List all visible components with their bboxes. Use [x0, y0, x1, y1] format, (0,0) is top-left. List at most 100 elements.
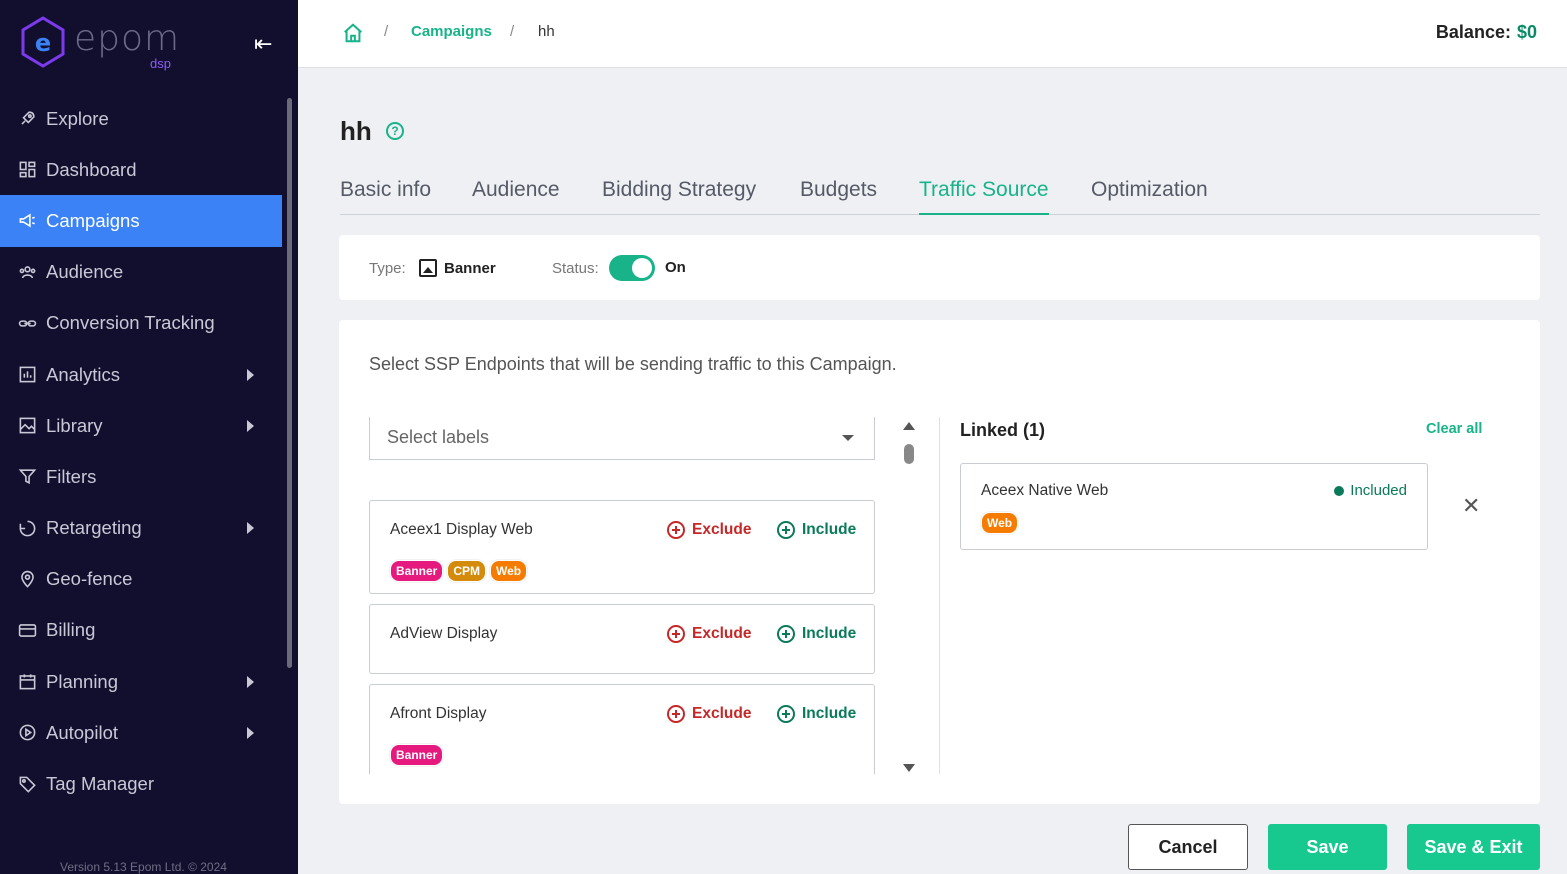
- tab-optimization[interactable]: Optimization: [1091, 178, 1208, 215]
- chevron-right-icon: [247, 726, 254, 739]
- rocket-icon: [17, 109, 37, 129]
- tab-audience[interactable]: Audience: [472, 178, 560, 215]
- endpoints-scrollbar[interactable]: [902, 420, 916, 774]
- sidebar-item-label: Filters: [46, 465, 97, 487]
- sidebar: e epom dsp ⇤ Explore Dashboard Campaigns Au…: [0, 0, 298, 874]
- add-circle-icon: [777, 705, 795, 723]
- remove-linked-close-icon[interactable]: ✕: [1462, 495, 1480, 517]
- top-bar: / Campaigns / hh Balance: $0: [298, 0, 1567, 68]
- tab-traffic-source[interactable]: Traffic Source: [919, 178, 1049, 215]
- sidebar-item-filters[interactable]: Filters: [0, 451, 282, 502]
- sidebar-item-analytics[interactable]: Analytics: [0, 349, 282, 400]
- help-icon[interactable]: ?: [386, 122, 404, 140]
- sidebar-item-audience[interactable]: Audience: [0, 247, 282, 298]
- cancel-button[interactable]: Cancel: [1128, 824, 1248, 870]
- clear-all-link[interactable]: Clear all: [1426, 421, 1482, 437]
- linked-title: Linked (1): [960, 420, 1046, 440]
- tab-budgets[interactable]: Budgets: [800, 178, 877, 215]
- sidebar-item-autopilot[interactable]: Autopilot: [0, 707, 282, 758]
- chart-icon: [17, 365, 37, 385]
- add-circle-icon: [777, 625, 795, 643]
- endpoint-item: AdView Display Exclude Include: [369, 604, 875, 674]
- sidebar-item-label: Dashboard: [46, 158, 137, 180]
- users-icon: [17, 262, 37, 282]
- version-text: Version 5.13 Epom Ltd. © 2024: [60, 860, 227, 874]
- endpoint-item: Aceex1 Display Web Exclude Include Banner CP…: [369, 500, 875, 594]
- sidebar-item-explore[interactable]: Explore: [0, 93, 282, 144]
- sidebar-item-label: Retargeting: [46, 517, 142, 539]
- home-icon[interactable]: [342, 22, 364, 44]
- endpoint-tags: Banner CPM Web: [390, 560, 528, 582]
- sidebar-item-geo-fence[interactable]: Geo-fence: [0, 554, 282, 605]
- type-status-card: Type: Banner Status: On: [339, 235, 1540, 300]
- tab-basic-info[interactable]: Basic info: [340, 178, 431, 215]
- chevron-down-icon: [842, 435, 854, 441]
- collapse-sidebar-icon[interactable]: ⇤: [254, 32, 278, 56]
- toggle-knob: [632, 258, 652, 278]
- balance-label: Balance:: [1435, 22, 1511, 42]
- campaign-tabs: Basic info Audience Bidding Strategy Bud…: [340, 170, 1540, 215]
- tab-bidding-strategy[interactable]: Bidding Strategy: [602, 178, 756, 215]
- logo-subtext: dsp: [150, 56, 171, 71]
- sidebar-item-conversion-tracking[interactable]: Conversion Tracking: [0, 298, 282, 349]
- scroll-down-icon[interactable]: [903, 764, 915, 772]
- include-button[interactable]: Include: [777, 625, 856, 643]
- sidebar-item-tag-manager[interactable]: Tag Manager: [0, 758, 282, 809]
- include-label: Include: [802, 521, 857, 538]
- endpoint-tags: Banner: [390, 744, 444, 766]
- sidebar-item-retargeting[interactable]: Retargeting: [0, 503, 282, 554]
- breadcrumb-campaigns[interactable]: Campaigns: [411, 23, 492, 40]
- status-value: On: [665, 259, 686, 276]
- chevron-right-icon: [247, 522, 254, 535]
- page-title: hh: [340, 116, 372, 146]
- save-exit-button[interactable]: Save & Exit: [1407, 824, 1540, 870]
- labels-select[interactable]: Select labels: [369, 417, 875, 460]
- include-button[interactable]: Include: [777, 705, 856, 723]
- include-button[interactable]: Include: [777, 521, 856, 539]
- include-label: Include: [802, 625, 857, 642]
- balance-value: $0: [1516, 22, 1537, 42]
- labels-select-placeholder: Select labels: [387, 427, 490, 447]
- sidebar-item-library[interactable]: Library: [0, 400, 282, 451]
- endpoint-name: AdView Display: [390, 625, 498, 642]
- sidebar-item-label: Analytics: [46, 363, 121, 385]
- traffic-description: Select SSP Endpoints that will be sendin…: [369, 354, 897, 374]
- sidebar-item-label: Autopilot: [46, 721, 118, 743]
- add-circle-icon: [667, 521, 685, 539]
- exclude-button[interactable]: Exclude: [667, 705, 751, 723]
- save-button[interactable]: Save: [1268, 824, 1387, 870]
- type-label: Type:: [369, 260, 406, 277]
- scroll-up-icon[interactable]: [903, 422, 915, 430]
- sidebar-scrollbar[interactable]: [287, 98, 292, 668]
- chevron-right-icon: [247, 368, 254, 381]
- add-circle-icon: [667, 625, 685, 643]
- sidebar-item-dashboard[interactable]: Dashboard: [0, 144, 282, 195]
- epom-logo[interactable]: e epom dsp: [20, 16, 180, 72]
- status-toggle[interactable]: [609, 255, 655, 281]
- exclude-button[interactable]: Exclude: [667, 521, 751, 539]
- divider: [939, 417, 940, 774]
- add-circle-icon: [667, 705, 685, 723]
- exclude-label: Exclude: [692, 521, 752, 538]
- status-dot-icon: [1334, 485, 1345, 496]
- sidebar-item-campaigns[interactable]: Campaigns: [0, 195, 282, 247]
- add-circle-icon: [777, 521, 795, 539]
- banner-image-icon: [419, 259, 437, 277]
- included-status-text: Included: [1350, 482, 1407, 499]
- endpoints-list[interactable]: Aceex1 Display Web Exclude Include Banner CP…: [369, 500, 875, 774]
- sidebar-item-label: Billing: [46, 619, 96, 641]
- linked-endpoint-tags: Web: [981, 512, 1019, 534]
- chevron-right-icon: [247, 419, 254, 432]
- sidebar-item-label: Geo-fence: [46, 568, 133, 590]
- tag-banner: Banner: [390, 560, 444, 582]
- sidebar-item-label: Tag Manager: [46, 773, 154, 795]
- sidebar-item-planning[interactable]: Planning: [0, 656, 282, 707]
- sidebar-item-billing[interactable]: Billing: [0, 605, 282, 656]
- sidebar-item-label: Audience: [46, 261, 124, 283]
- exclude-button[interactable]: Exclude: [667, 625, 751, 643]
- tag-banner: Banner: [390, 744, 444, 766]
- type-value: Banner: [444, 260, 496, 277]
- scroll-thumb[interactable]: [904, 444, 914, 464]
- tag-icon: [17, 774, 37, 794]
- link-icon: [17, 313, 37, 333]
